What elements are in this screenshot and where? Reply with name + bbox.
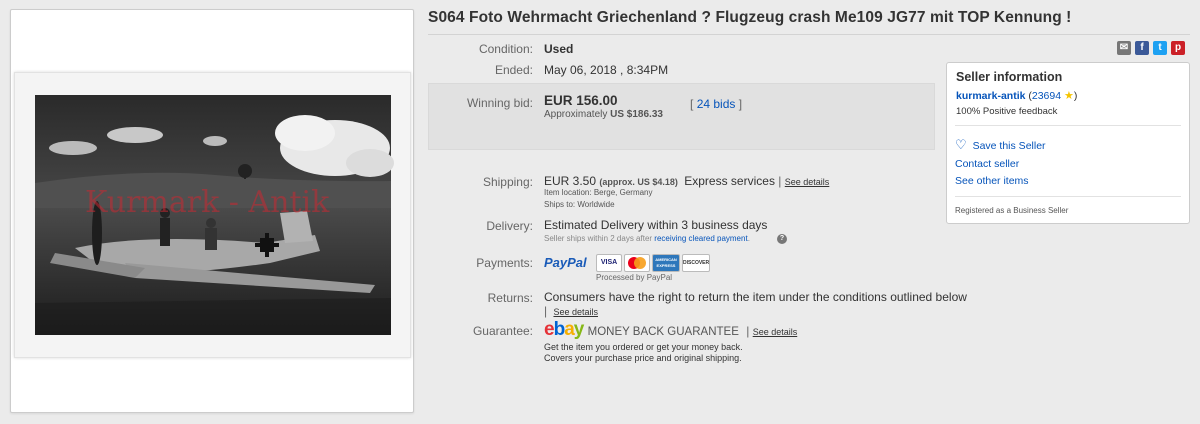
returns-details: | See details — [544, 304, 598, 318]
see-other-items-link[interactable]: See other items — [955, 175, 1029, 187]
ebay-guarantee-logo: ebay MONEY BACK GUARANTEE | See details — [544, 319, 797, 341]
bid-count-open: [ — [690, 97, 694, 111]
shipping-line: EUR 3.50 (approx. US $4.18) Express serv… — [544, 174, 829, 188]
payments-label: Payments: — [476, 256, 533, 270]
ships-to-label: Ships to: — [544, 200, 576, 209]
returns-separator: | — [544, 304, 548, 318]
paypal-text: PayPal — [544, 255, 587, 270]
guarantee-see-details-link[interactable]: See details — [753, 327, 798, 337]
cleared-payment-link[interactable]: receiving cleared payment — [654, 234, 747, 243]
returns-value: Consumers have the right to return the i… — [544, 290, 967, 304]
item-title: S064 Foto Wehrmacht Griechenland ? Flugz… — [428, 9, 1072, 26]
save-seller[interactable]: ♡ Save this Seller — [955, 137, 1046, 153]
winning-bid-box — [428, 83, 935, 150]
guarantee-line1: Get the item you ordered or get your mon… — [544, 342, 743, 352]
shipping-label: Shipping: — [482, 175, 533, 189]
watermark: Kurmark - Antik — [85, 185, 330, 220]
ships-to-value: Worldwide — [577, 200, 615, 209]
returns-see-details-link[interactable]: See details — [553, 307, 598, 317]
shipping-separator: | — [778, 174, 782, 188]
mastercard-icon — [628, 257, 646, 269]
seller-divider-2 — [955, 196, 1181, 197]
heart-icon: ♡ — [955, 137, 967, 152]
shipping-approx: (approx. US $4.18) — [599, 177, 678, 187]
ended-value: May 06, 2018 , 8:34PM — [544, 63, 669, 77]
item-photo[interactable]: Kurmark - Antik — [14, 72, 411, 358]
winning-bid-label: Winning bid: — [466, 96, 533, 110]
paypal-logo: PayPal — [544, 255, 587, 270]
guarantee-label: Guarantee: — [472, 324, 533, 338]
amex-logo: AMERICAN EXPRESS — [652, 254, 680, 272]
ended-label: Ended: — [494, 63, 533, 77]
seller-name-link[interactable]: kurmark-antik — [956, 90, 1025, 102]
pinterest-icon[interactable]: p — [1171, 41, 1185, 55]
shipping-see-details-link[interactable]: See details — [785, 177, 830, 187]
delivery-value: Estimated Delivery within 3 business day… — [544, 218, 768, 232]
title-divider — [428, 34, 1190, 35]
mastercard-logo — [624, 254, 650, 272]
seller-divider-1 — [955, 125, 1181, 126]
bid-history-link[interactable]: 24 bids — [697, 97, 736, 111]
item-location-label: Item location: — [544, 188, 592, 197]
twitter-icon[interactable]: t — [1153, 41, 1167, 55]
discover-logo: DISCOVER — [682, 254, 710, 272]
bid-count-close: ] — [738, 97, 743, 111]
condition-label: Condition: — [478, 42, 533, 56]
returns-label: Returns: — [487, 291, 533, 305]
email-icon[interactable]: ✉ — [1117, 41, 1131, 55]
winning-bid-amount: EUR 156.00 — [544, 93, 618, 108]
registered-business-seller: Registered as a Business Seller — [955, 206, 1069, 215]
delivery-note: Seller ships within 2 days after receivi… — [544, 234, 750, 243]
approx-price: Approximately US $186.33 — [544, 109, 663, 120]
ships-to: Ships to: Worldwide — [544, 200, 615, 209]
processed-by-paypal: Processed by PayPal — [596, 273, 673, 282]
bid-count: [ 24 bids ] — [690, 97, 742, 111]
contact-seller-link[interactable]: Contact seller — [955, 158, 1019, 170]
delivery-note-prefix: Seller ships within 2 days after — [544, 234, 653, 243]
shipping-amount: EUR 3.50 — [544, 174, 597, 188]
seller-name-line: kurmark-antik (23694 ★) — [956, 89, 1077, 102]
seller-heading: Seller information — [956, 70, 1063, 84]
money-back-text: MONEY BACK GUARANTEE — [587, 326, 739, 338]
visa-logo: VISA — [596, 254, 622, 272]
facebook-icon[interactable]: f — [1135, 41, 1149, 55]
discover-text: DISCOVER — [683, 260, 710, 266]
guarantee-line2: Covers your purchase price and original … — [544, 353, 742, 363]
amex-text: AMERICAN EXPRESS — [655, 257, 677, 268]
star-icon: ★ — [1064, 90, 1074, 102]
item-location: Item location: Berge, Germany — [544, 188, 653, 197]
image-panel: Kurmark - Antik — [10, 9, 414, 413]
condition-value: Used — [544, 42, 574, 56]
seller-info-box: Seller information kurmark-antik (23694 … — [946, 62, 1190, 224]
feedback-score-link[interactable]: 23694 — [1032, 90, 1061, 102]
feedback-close: ) — [1073, 90, 1078, 102]
positive-feedback: 100% Positive feedback — [956, 106, 1058, 117]
visa-text: VISA — [600, 259, 618, 266]
help-icon[interactable]: ? — [777, 234, 787, 244]
delivery-note-suffix: . — [747, 234, 750, 243]
approx-prefix: Approximately — [544, 109, 608, 120]
item-location-value: Berge, Germany — [593, 188, 653, 197]
shipping-service: Express services — [684, 174, 775, 188]
delivery-label: Delivery: — [486, 219, 533, 233]
ebay-logo: ebay — [544, 319, 584, 340]
save-seller-link[interactable]: Save this Seller — [973, 140, 1046, 152]
guarantee-separator: | — [746, 324, 750, 338]
approx-value: US $186.33 — [610, 109, 663, 120]
